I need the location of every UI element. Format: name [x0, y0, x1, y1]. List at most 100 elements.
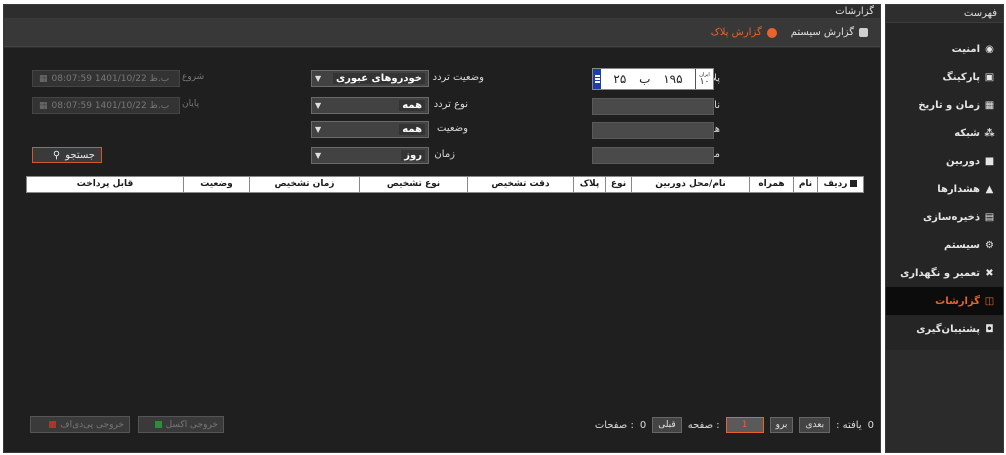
col-type: نوع [605, 177, 631, 192]
app-frame: گزارشات گزارش سیستم گزارش پلاک پلاک ۲۵ ب… [0, 0, 1006, 455]
shield-icon: ◉ [985, 43, 994, 55]
time-label: زمان [434, 149, 455, 160]
companion-field[interactable] [592, 122, 714, 139]
sidebar-item-parking[interactable]: ▣ پارکینگ [886, 63, 1003, 91]
plate-report-icon [766, 27, 777, 38]
bell-icon: ▲ [985, 183, 994, 195]
checkbox-icon[interactable] [850, 180, 858, 187]
tab-plate-report[interactable]: گزارش پلاک [711, 19, 777, 47]
storage-icon: ▤ [984, 211, 995, 223]
report-content: پلاک ۲۵ ب ۱۹۵ ایران ۱۰ نام همراه مدل [4, 48, 880, 452]
search-button[interactable]: جستجو ⚲ [32, 147, 102, 163]
sidebar-item-network[interactable]: ⁂ شبکه [886, 119, 1003, 147]
chevron-down-icon: ▼ [315, 125, 322, 134]
export-pdf-button[interactable]: خروجی پی‌دی‌اف [30, 416, 130, 433]
col-plate: پلاک [573, 177, 605, 192]
export-excel-button[interactable]: خروجی اکسل [138, 416, 224, 433]
pages-count: 0 [639, 419, 647, 431]
tab-system-report[interactable]: گزارش سیستم [791, 19, 868, 47]
col-payable: قابل پرداخت [76, 179, 134, 189]
search-icon: ⚲ [52, 149, 61, 161]
plate-part2: ۱۹۵ [663, 72, 683, 86]
page-number-input[interactable]: 1 [725, 417, 764, 433]
traffic-status-value: خودروهای عبوری [332, 73, 425, 84]
report-icon: ◫ [984, 295, 995, 307]
traffic-type-value: همه [399, 100, 425, 111]
col-label: ردیف [823, 179, 848, 189]
export-pdf-label: خروجی پی‌دی‌اف [60, 419, 124, 430]
plate-region-code: ۱۰ [699, 76, 710, 87]
time-select[interactable]: روز ▼ [311, 147, 429, 164]
pdf-icon [49, 421, 57, 428]
calendar-icon: ▦ [984, 99, 995, 111]
traffic-status-select[interactable]: خودروهای عبوری ▼ [311, 70, 429, 87]
excel-icon [154, 421, 162, 428]
found-label: یافته : [836, 419, 862, 431]
chevron-down-icon: ▼ [315, 151, 322, 160]
backup-icon: ◘ [985, 323, 994, 335]
prev-page-button[interactable]: قبلی [652, 417, 682, 433]
end-label: پایان [182, 99, 200, 109]
traffic-status-label: وضعیت تردد [432, 72, 484, 83]
search-button-label: جستجو [65, 149, 95, 161]
sidebar-item-label: تعمیر و نگهداری [900, 267, 980, 279]
plate-region: ایران ۱۰ [695, 69, 713, 89]
pagination-bar: 0 یافته : بعدی برو 1 : صفحه قبلی 0 : صفح… [544, 416, 874, 434]
results-table-header: ردیف نام همراه نام/محل دوربین نوع پلاک د… [26, 176, 864, 193]
gears-icon: ⚙ [985, 239, 994, 251]
start-date-field: ▦ ب.ظ 1401/10/22 08:07:59 [32, 70, 180, 87]
col-name: نام [793, 177, 817, 192]
calendar-icon: ▦ [39, 73, 48, 84]
col-detection-type: نوع تشخیص [359, 177, 467, 192]
model-field[interactable] [592, 147, 714, 164]
status-label: وضعیت [437, 123, 468, 134]
flag-icon [593, 69, 601, 89]
end-date-value: ب.ظ 1401/10/22 08:07:59 [51, 100, 170, 111]
tab-bar: گزارش سیستم گزارش پلاک [4, 19, 880, 47]
tab-label: گزارش پلاک [710, 27, 762, 38]
sidebar-item-system[interactable]: ⚙ سیستم [886, 231, 1003, 259]
plate-part1: ۲۵ [613, 72, 627, 86]
plate-input[interactable]: ۲۵ ب ۱۹۵ ایران ۱۰ [592, 68, 714, 90]
col-status: وضعیت [183, 177, 249, 192]
plate-letter: ب [639, 72, 651, 86]
window-title: گزارشات [4, 5, 880, 19]
name-field[interactable] [592, 98, 714, 115]
sidebar-item-label: ذخیره‌سازی [922, 211, 980, 223]
sidebar-item-label: دوربین [946, 155, 980, 167]
time-value: روز [401, 150, 425, 161]
sidebar-title: فهرست [886, 5, 1003, 23]
traffic-type-label: نوع تردد [433, 99, 468, 110]
sidebar-item-camera[interactable]: ■ دوربین [886, 147, 1003, 175]
sidebar-item-reports[interactable]: ◫ گزارشات [886, 287, 1003, 315]
status-value: همه [399, 124, 425, 135]
pages-label: : صفحات [594, 419, 634, 431]
col-detection-time: زمان تشخیص [249, 177, 359, 192]
traffic-type-select[interactable]: همه ▼ [311, 97, 429, 114]
sidebar-item-datetime[interactable]: ▦ زمان و تاریخ [886, 91, 1003, 119]
end-date-field: ▦ ب.ظ 1401/10/22 08:07:59 [32, 97, 180, 114]
col-row[interactable]: ردیف [817, 177, 863, 192]
sidebar-item-label: پشتیبان‌گیری [916, 323, 980, 335]
next-page-button[interactable]: بعدی [799, 417, 831, 433]
sidebar-item-label: زمان و تاریخ [918, 99, 980, 111]
reports-window: گزارشات گزارش سیستم گزارش پلاک پلاک ۲۵ ب… [3, 4, 881, 453]
sidebar-item-label: سیستم [943, 239, 980, 251]
sidebar-item-security[interactable]: ◉ امنیت [886, 35, 1003, 63]
status-select[interactable]: همه ▼ [311, 121, 429, 138]
camera-icon: ■ [984, 155, 995, 167]
tools-icon: ✖ [985, 267, 994, 279]
sidebar-item-label: امنیت [951, 43, 980, 55]
sidebar-item-backup[interactable]: ◘ پشتیبان‌گیری [886, 315, 1003, 343]
sidebar-item-maintenance[interactable]: ✖ تعمیر و نگهداری [886, 259, 1003, 287]
sidebar-item-label: شبکه [954, 127, 980, 139]
page-label: : صفحه [687, 419, 720, 431]
sidebar-item-alerts[interactable]: ▲ هشدارها [886, 175, 1003, 203]
sidebar-item-label: هشدارها [937, 183, 980, 195]
sidebar-list: ◉ امنیت ▣ پارکینگ ▦ زمان و تاریخ ⁂ شبکه ■ دور… [886, 23, 1003, 343]
col-accuracy: دقت تشخیص [467, 177, 573, 192]
sidebar: فهرست ◉ امنیت ▣ پارکینگ ▦ زمان و تاریخ ⁂ شبک… [885, 4, 1004, 453]
sidebar-item-storage[interactable]: ▤ ذخیره‌سازی [886, 203, 1003, 231]
sidebar-item-label: گزارشات [935, 295, 980, 307]
go-button[interactable]: برو [769, 417, 794, 433]
